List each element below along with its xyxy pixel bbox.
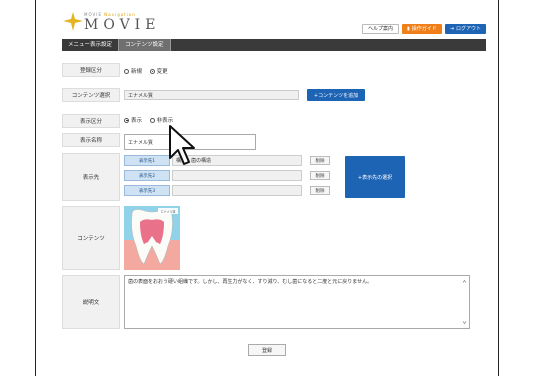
destination-tag-3: 表示先3 [124, 185, 170, 196]
destination-tag-1: 表示先1 [124, 155, 170, 166]
display-name-label: 表示名称 [62, 133, 120, 147]
help-button[interactable]: ヘルプ案内 [361, 24, 399, 34]
reg-type-radios: 新規 変更 [124, 67, 174, 76]
guide-label: 操作ガイド [411, 26, 437, 32]
destination-field-2 [172, 170, 302, 181]
radio-new-dot[interactable] [124, 68, 129, 74]
content-label: コンテンツ [62, 206, 120, 270]
logo: MOVIE Navigation MOVIE [62, 6, 162, 36]
radio-hide[interactable]: 非表示 [149, 116, 173, 124]
display-type-label: 表示区分 [62, 114, 120, 128]
header-buttons: ヘルプ案内 ▮ 操作ガイド ⇥ ログアウト [361, 24, 486, 34]
app-header: MOVIE Navigation MOVIE ヘルプ案内 ▮ 操作ガイド ⇥ ロ… [62, 0, 486, 38]
book-icon: ▮ [407, 26, 410, 32]
row-display-name: 表示名称 エナメル質 [62, 133, 486, 150]
destination-field-3 [172, 185, 302, 196]
radio-show[interactable]: 表示 [124, 116, 142, 124]
reg-type-label: 登録区分 [62, 63, 120, 77]
select-destination-button[interactable]: +表示先の選択 [345, 156, 405, 198]
add-content-button[interactable]: +コンテンツを追加 [307, 89, 365, 101]
mouse-cursor-icon [169, 125, 195, 165]
row-destination: 表示先 表示先1 構造 - 歯の構造 削除 表示先2 削除 表示先3 削除 +表… [62, 153, 486, 203]
radio-change[interactable]: 変更 [149, 67, 168, 75]
radio-show-dot[interactable] [124, 117, 129, 123]
delete-destination-1-button[interactable]: 削除 [310, 156, 330, 165]
description-text: 歯の表面をおおう硬い組織です。しかし、再生力がなく、すり減り、むし歯になると二度… [128, 279, 373, 285]
scroll-down-icon[interactable] [462, 320, 467, 325]
row-display-type: 表示区分 表示 非表示 [62, 114, 486, 128]
row-content-select: コンテンツ選択 エナメル質 +コンテンツを追加 [62, 88, 486, 102]
logo-text: MOVIE [84, 17, 161, 33]
destination-tag-2: 表示先2 [124, 170, 170, 181]
image-tag: エナメル質 [160, 209, 175, 214]
description-label: 説明文 [62, 275, 120, 329]
delete-destination-2-button[interactable]: 削除 [310, 171, 330, 180]
destination-label: 表示先 [62, 153, 120, 201]
help-label: ヘルプ案内 [367, 26, 393, 32]
register-button[interactable]: 登録 [248, 344, 286, 356]
radio-hide-dot[interactable] [149, 117, 155, 123]
description-textarea[interactable]: 歯の表面をおおう硬い組織です。しかし、再生力がなく、すり減り、むし歯になると二度… [124, 275, 470, 329]
tab-content-settings[interactable]: コンテンツ設定 [118, 39, 171, 51]
tab-bar: メニュー表示設定 コンテンツ設定 [62, 39, 486, 51]
tab-menu-display[interactable]: メニュー表示設定 [62, 39, 118, 51]
tooth-image[interactable]: エナメル質 [124, 206, 180, 270]
row-reg-type: 登録区分 新規 変更 [62, 63, 486, 77]
radio-change-dot[interactable] [149, 68, 155, 74]
guide-button[interactable]: ▮ 操作ガイド [402, 24, 442, 34]
logout-icon: ⇥ [449, 26, 454, 32]
star-logo-icon [63, 12, 83, 31]
content-select-label: コンテンツ選択 [62, 88, 120, 102]
delete-destination-3-button[interactable]: 削除 [310, 186, 330, 195]
radio-new[interactable]: 新規 [124, 67, 142, 75]
logout-label: ログアウト [455, 26, 481, 32]
logout-button[interactable]: ⇥ ログアウト [444, 24, 486, 34]
scroll-up-icon[interactable] [462, 279, 467, 284]
content-select-field[interactable]: エナメル質 [124, 90, 299, 100]
